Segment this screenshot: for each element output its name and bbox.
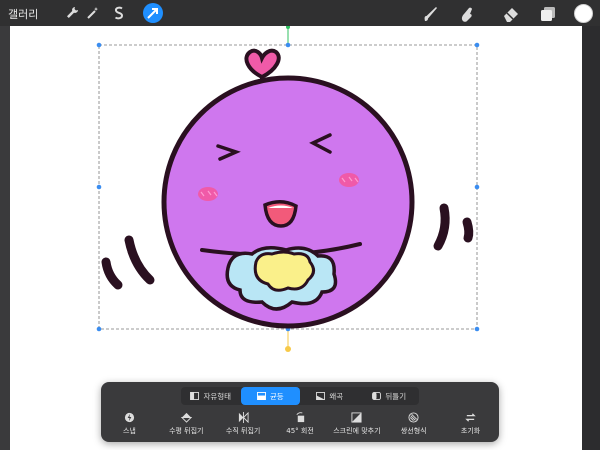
color-picker-swatch[interactable] [574, 4, 593, 23]
distort-icon [316, 392, 326, 400]
bilinear-button[interactable]: 쌍선형식 [385, 412, 442, 440]
right-arm-strokes [433, 203, 474, 251]
snap-button[interactable]: 스냅 [101, 412, 158, 440]
resize-handle [474, 42, 480, 48]
transform-mode-selector: 자유형태 균등 왜곡 뒤틀기 [181, 387, 419, 405]
mode-warp[interactable]: 뒤틀기 [360, 387, 420, 405]
snap-label: 스냅 [122, 427, 136, 435]
resize-handle [96, 42, 102, 48]
resize-handle [96, 326, 102, 332]
transform-arrow-icon[interactable] [143, 3, 163, 23]
freeform-icon [190, 392, 200, 400]
transform-actions: 스냅 수평 뒤집기 수직 뒤집기 45° 회전 스크린에 맞추기 쌍선형식 초기… [101, 412, 499, 440]
eraser-icon[interactable] [500, 3, 522, 25]
mode-freeform[interactable]: 자유형태 [181, 387, 241, 405]
resize-handle [474, 326, 480, 332]
reset-label: 초기화 [460, 427, 481, 435]
right-blush [339, 173, 359, 187]
layers-icon[interactable] [537, 3, 559, 25]
flip-horizontal-label: 수평 뒤집기 [169, 427, 204, 435]
left-arm-strokes [101, 235, 155, 290]
fit-to-screen-icon [351, 412, 362, 423]
reset-button[interactable]: 초기화 [442, 412, 499, 440]
bilinear-icon [408, 412, 419, 423]
resize-handle [96, 184, 102, 190]
flip-horizontal-icon [180, 412, 192, 423]
brush-icon[interactable] [420, 3, 442, 25]
gallery-button[interactable]: 갤러리 [8, 6, 38, 22]
mode-uniform[interactable]: 균등 [240, 387, 300, 405]
flip-vertical-button[interactable]: 수직 뒤집기 [215, 412, 272, 440]
smudge-icon[interactable] [456, 3, 478, 25]
warp-icon [372, 392, 382, 400]
rotation-handle [286, 26, 290, 29]
wrench-icon[interactable] [62, 3, 82, 23]
flip-vertical-label: 수직 뒤집기 [225, 427, 261, 435]
top-toolbar: 갤러리 [0, 0, 600, 26]
uniform-icon [256, 392, 266, 400]
fit-to-screen-button[interactable]: 스크린에 맞추기 [328, 412, 385, 440]
left-sidebar-rail [0, 26, 10, 450]
right-gutter [582, 26, 600, 450]
mode-warp-label: 뒤틀기 [385, 391, 407, 401]
mode-uniform-label: 균등 [269, 391, 284, 401]
mouth [263, 200, 298, 228]
snap-icon [124, 412, 135, 423]
resize-handle [285, 42, 291, 48]
mode-freeform-label: 자유형태 [203, 391, 232, 401]
resize-handle [474, 184, 480, 190]
left-blush [198, 187, 218, 201]
rotate-45-icon [295, 412, 304, 423]
flip-vertical-icon [238, 412, 249, 423]
flip-horizontal-button[interactable]: 수평 뒤집기 [158, 412, 215, 440]
heart-shape [244, 48, 281, 80]
magic-wand-icon[interactable] [83, 3, 103, 23]
mode-distort-label: 왜곡 [329, 391, 344, 401]
rotate-45-button[interactable]: 45° 회전 [272, 412, 329, 440]
selection-s-icon[interactable] [109, 3, 129, 23]
reset-icon [465, 413, 476, 422]
mode-distort[interactable]: 왜곡 [300, 387, 360, 405]
transform-panel: 자유형태 균등 왜곡 뒤틀기 스냅 수평 뒤집기 수직 뒤집기 45° 회전 스… [101, 382, 499, 442]
bilinear-label: 쌍선형식 [400, 427, 427, 435]
rotate-45-label: 45° 회전 [286, 427, 314, 435]
fit-to-screen-label: 스크린에 맞추기 [333, 427, 381, 435]
